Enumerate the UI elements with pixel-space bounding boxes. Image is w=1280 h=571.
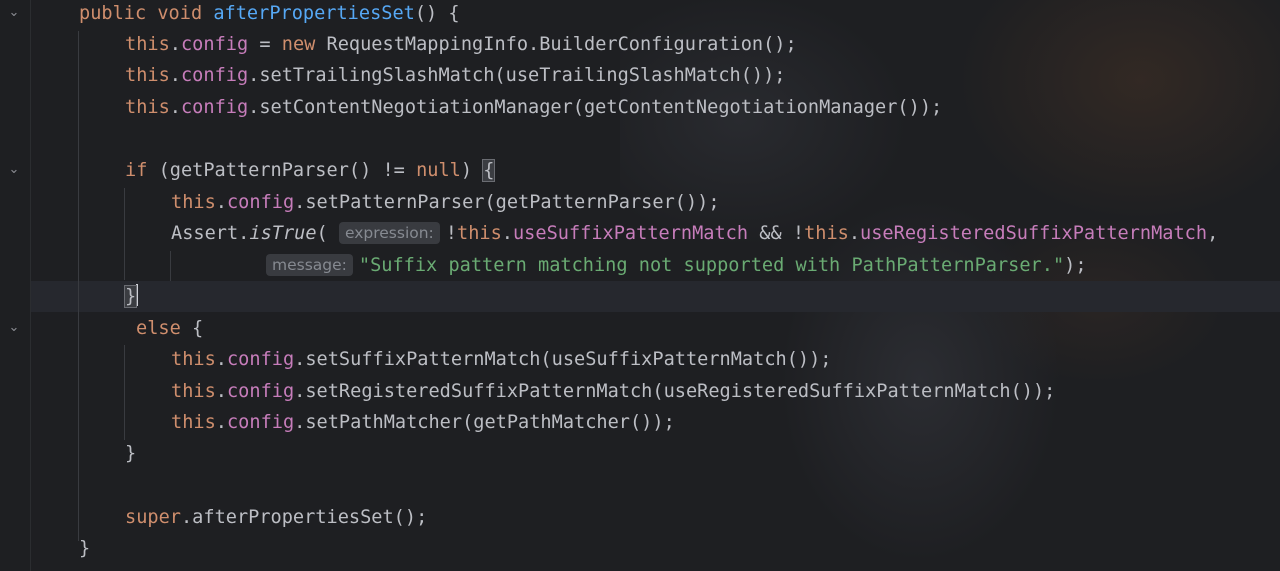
- field-name: config: [226, 349, 295, 370]
- code-text: RequestMappingInfo.BuilderConfiguration(…: [326, 34, 797, 55]
- code-text: .: [169, 65, 181, 86]
- code-text: .: [215, 412, 227, 433]
- code-text: .: [169, 97, 181, 118]
- code-text: .: [501, 223, 513, 244]
- code-line[interactable]: super.afterPropertiesSet();: [125, 502, 427, 533]
- keyword: this: [171, 192, 216, 213]
- code-line[interactable]: message: "Suffix pattern matching not sup…: [266, 250, 1087, 281]
- code-text: .: [848, 223, 861, 244]
- keyword: this: [125, 34, 170, 55]
- parameter-hint[interactable]: message:: [266, 254, 353, 276]
- code-text: }: [125, 443, 137, 464]
- keyword: super: [125, 507, 181, 528]
- code-text: && !: [748, 223, 805, 244]
- code-text: .: [215, 192, 227, 213]
- code-text: .: [215, 381, 227, 402]
- keyword: new: [281, 34, 327, 55]
- code-text: ): [460, 160, 484, 181]
- code-text: .setTrailingSlashMatch(useTrailingSlashM…: [248, 65, 786, 86]
- code-text: .setContentNegotiationManager(getContent…: [248, 97, 943, 118]
- parameter-hint[interactable]: expression:: [338, 222, 440, 244]
- static-method-name: isTrue: [249, 223, 317, 244]
- indent-guide: [170, 251, 171, 281]
- fold-chevron-down-icon[interactable]: ⌄: [6, 162, 22, 178]
- code-text: .setRegisteredSuffixPatternMatch(useRegi…: [294, 381, 1056, 402]
- matched-brace: {: [482, 159, 496, 182]
- keyword: this: [171, 349, 216, 370]
- code-line[interactable]: this.config.setRegisteredSuffixPatternMa…: [171, 376, 1055, 407]
- code-text: (getPatternParser() !=: [147, 160, 417, 181]
- keyword: this: [171, 412, 216, 433]
- fold-chevron-down-icon[interactable]: ⌄: [6, 5, 22, 21]
- code-text: .: [169, 34, 181, 55]
- code-text: ,: [1207, 223, 1219, 244]
- code-line[interactable]: this.config.setSuffixPatternMatch(useSuf…: [171, 344, 832, 375]
- code-line[interactable]: this.config = new RequestMappingInfo.Bui…: [125, 29, 797, 60]
- editor-gutter[interactable]: ⌄ ⌄ ⌄: [0, 0, 31, 571]
- matched-brace: }: [123, 285, 138, 308]
- field-name: config: [180, 34, 249, 55]
- code-line[interactable]: this.config.setPathMatcher(getPathMatche…: [171, 407, 675, 438]
- code-line[interactable]: this.config.setPatternParser(getPatternP…: [171, 187, 720, 218]
- code-text: );: [1064, 255, 1087, 276]
- code-text: .afterPropertiesSet();: [180, 507, 428, 528]
- code-text: (: [316, 223, 328, 244]
- code-text: {: [180, 318, 204, 339]
- keyword: this: [125, 65, 170, 86]
- keyword: this: [171, 381, 216, 402]
- code-text: =: [248, 34, 282, 55]
- field-name: config: [180, 65, 249, 86]
- code-line[interactable]: public void afterPropertiesSet() {: [79, 0, 460, 29]
- indent-guide: [124, 345, 125, 440]
- code-line[interactable]: this.config.setContentNegotiationManager…: [125, 92, 942, 123]
- field-name: config: [226, 192, 295, 213]
- field-name: useRegisteredSuffixPatternMatch: [860, 223, 1208, 244]
- field-name: config: [180, 97, 249, 118]
- code-text: !: [445, 223, 457, 244]
- keyword: if: [125, 160, 148, 181]
- code-text: .setSuffixPatternMatch(useSuffixPatternM…: [294, 349, 832, 370]
- code-line[interactable]: Assert.isTrue( expression: !this.useSuffi…: [171, 218, 1218, 249]
- field-name: config: [226, 381, 295, 402]
- code-text: }: [79, 538, 91, 559]
- keyword: this: [804, 223, 849, 244]
- keyword: this: [457, 223, 502, 244]
- code-text: .setPathMatcher(getPathMatcher());: [294, 412, 675, 433]
- text-caret: [136, 284, 139, 306]
- code-text: .: [215, 349, 227, 370]
- indent-guide: [124, 188, 125, 280]
- code-text: .setPatternParser(getPatternParser());: [294, 192, 720, 213]
- code-line[interactable]: else {: [136, 313, 203, 344]
- keyword: public void: [79, 3, 214, 24]
- method-name: afterPropertiesSet: [213, 3, 415, 24]
- code-line[interactable]: }: [125, 438, 136, 469]
- string-literal: "Suffix pattern matching not supported w…: [358, 255, 1065, 276]
- code-line[interactable]: if (getPatternParser() != null) {: [125, 155, 496, 186]
- current-line-highlight: [31, 281, 1280, 312]
- code-line[interactable]: }: [79, 533, 90, 564]
- code-text: () {: [414, 3, 460, 24]
- keyword: null: [416, 160, 461, 181]
- fold-chevron-down-icon[interactable]: ⌄: [6, 320, 22, 336]
- field-name: config: [226, 412, 295, 433]
- code-line[interactable]: this.config.setTrailingSlashMatch(useTra…: [125, 60, 786, 91]
- indent-guide: [78, 31, 79, 541]
- keyword: else: [136, 318, 181, 339]
- code-line[interactable]: }: [123, 281, 139, 312]
- code-text: Assert.: [171, 223, 250, 244]
- keyword: this: [125, 97, 170, 118]
- field-name: useSuffixPatternMatch: [512, 223, 749, 244]
